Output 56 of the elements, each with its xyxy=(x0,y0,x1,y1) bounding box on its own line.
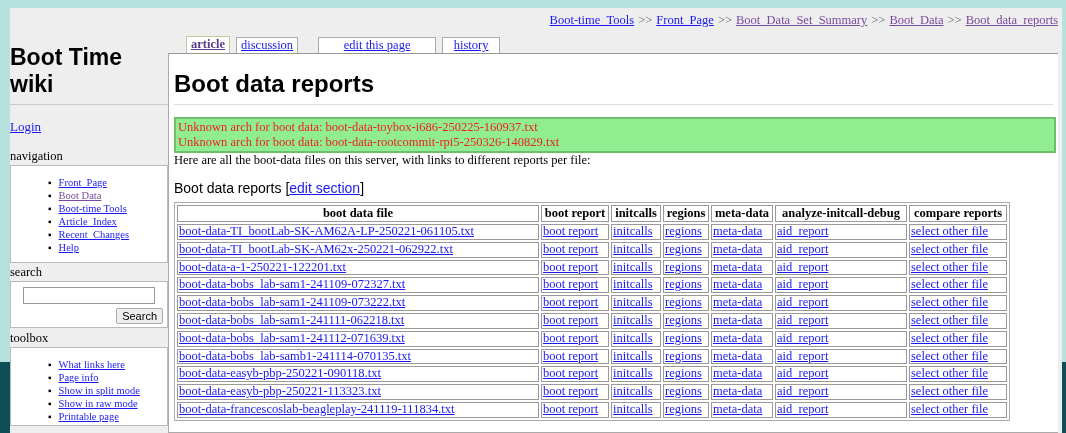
bracket-text: [ xyxy=(285,180,290,196)
column-header: boot report xyxy=(541,205,609,222)
warning-text: Unknown arch for boot data: boot-data-toybox-i686-250225-160937.txt xyxy=(178,120,539,135)
breadcrumb-link[interactable]: Front_Page xyxy=(656,13,714,28)
column-header: compare reports xyxy=(909,205,1007,222)
toolbox-link[interactable]: Show in raw mode xyxy=(58,397,138,410)
page-tab[interactable]: edit this page xyxy=(318,37,437,53)
nav-link[interactable]: Recent_Changes xyxy=(58,228,130,241)
nav-link[interactable]: Help xyxy=(58,241,79,254)
login-link[interactable]: Login xyxy=(10,119,42,135)
page-title: Boot data reports xyxy=(174,70,1053,105)
bullet-mark: ▪ xyxy=(48,176,52,189)
breadcrumb-link[interactable]: Boot_Data_Set_Summary xyxy=(736,13,868,28)
breadcrumb-link[interactable]: Boot-time_Tools xyxy=(549,13,635,28)
search-field[interactable] xyxy=(23,287,155,304)
bullet-mark: ▪ xyxy=(48,358,52,371)
breadcrumb-separator: >> xyxy=(871,13,886,28)
toolbox-link[interactable]: What links here xyxy=(58,358,126,371)
column-header: boot data file xyxy=(177,205,539,222)
toolbox-link[interactable]: Page info xyxy=(58,371,99,384)
breadcrumb-separator: >> xyxy=(638,13,653,28)
column-header: meta-data xyxy=(711,205,773,222)
page-tab[interactable]: discussion xyxy=(236,37,299,53)
column-header: analyze-initcall-debug xyxy=(775,205,907,222)
nav-link[interactable]: Front_Page xyxy=(58,176,107,189)
bullet-mark: ▪ xyxy=(48,189,52,202)
intro-text: Here are all the boot-data files on this server, with links to different reports per file: xyxy=(174,153,592,167)
breadcrumb-link[interactable]: Boot_data_reports xyxy=(965,13,1058,28)
section-heading: Boot data reports xyxy=(174,180,282,196)
bullet-mark: ▪ xyxy=(48,228,52,241)
toolbox-link[interactable]: Printable page xyxy=(58,410,119,423)
nav-link[interactable]: Boot-time Tools xyxy=(58,202,127,215)
toolbox-link[interactable]: Show in split mode xyxy=(58,384,140,397)
search-button[interactable]: Search xyxy=(116,308,163,324)
column-header: initcalls xyxy=(611,205,661,222)
breadcrumb-separator: >> xyxy=(947,13,962,28)
warning-text: Unknown arch for boot data: boot-data-rootcommit-rpi5-250326-140829.txt xyxy=(178,135,561,150)
nav-link[interactable]: Boot Data xyxy=(58,189,102,202)
bullet-mark: ▪ xyxy=(48,371,52,384)
breadcrumb-link[interactable]: Boot_Data xyxy=(889,13,944,28)
bullet-mark: ▪ xyxy=(48,202,52,215)
navigation-heading: navigation xyxy=(10,149,64,163)
column-header: regions xyxy=(663,205,709,222)
search-heading: search xyxy=(10,265,43,279)
breadcrumb-separator: >> xyxy=(717,13,732,28)
nav-link[interactable]: Article_Index xyxy=(58,215,117,228)
bullet-mark: ▪ xyxy=(48,384,52,397)
bullet-mark: ▪ xyxy=(48,241,52,254)
bullet-mark: ▪ xyxy=(48,410,52,423)
page-tab[interactable]: history xyxy=(442,37,501,53)
bullet-mark: ▪ xyxy=(48,397,52,410)
toolbox-heading: toolbox xyxy=(10,331,50,345)
bracket-text: ] xyxy=(360,180,364,196)
bullet-mark: ▪ xyxy=(48,215,52,228)
edit-section-link[interactable]: edit section xyxy=(289,180,361,196)
page-tab[interactable]: article xyxy=(186,36,230,53)
